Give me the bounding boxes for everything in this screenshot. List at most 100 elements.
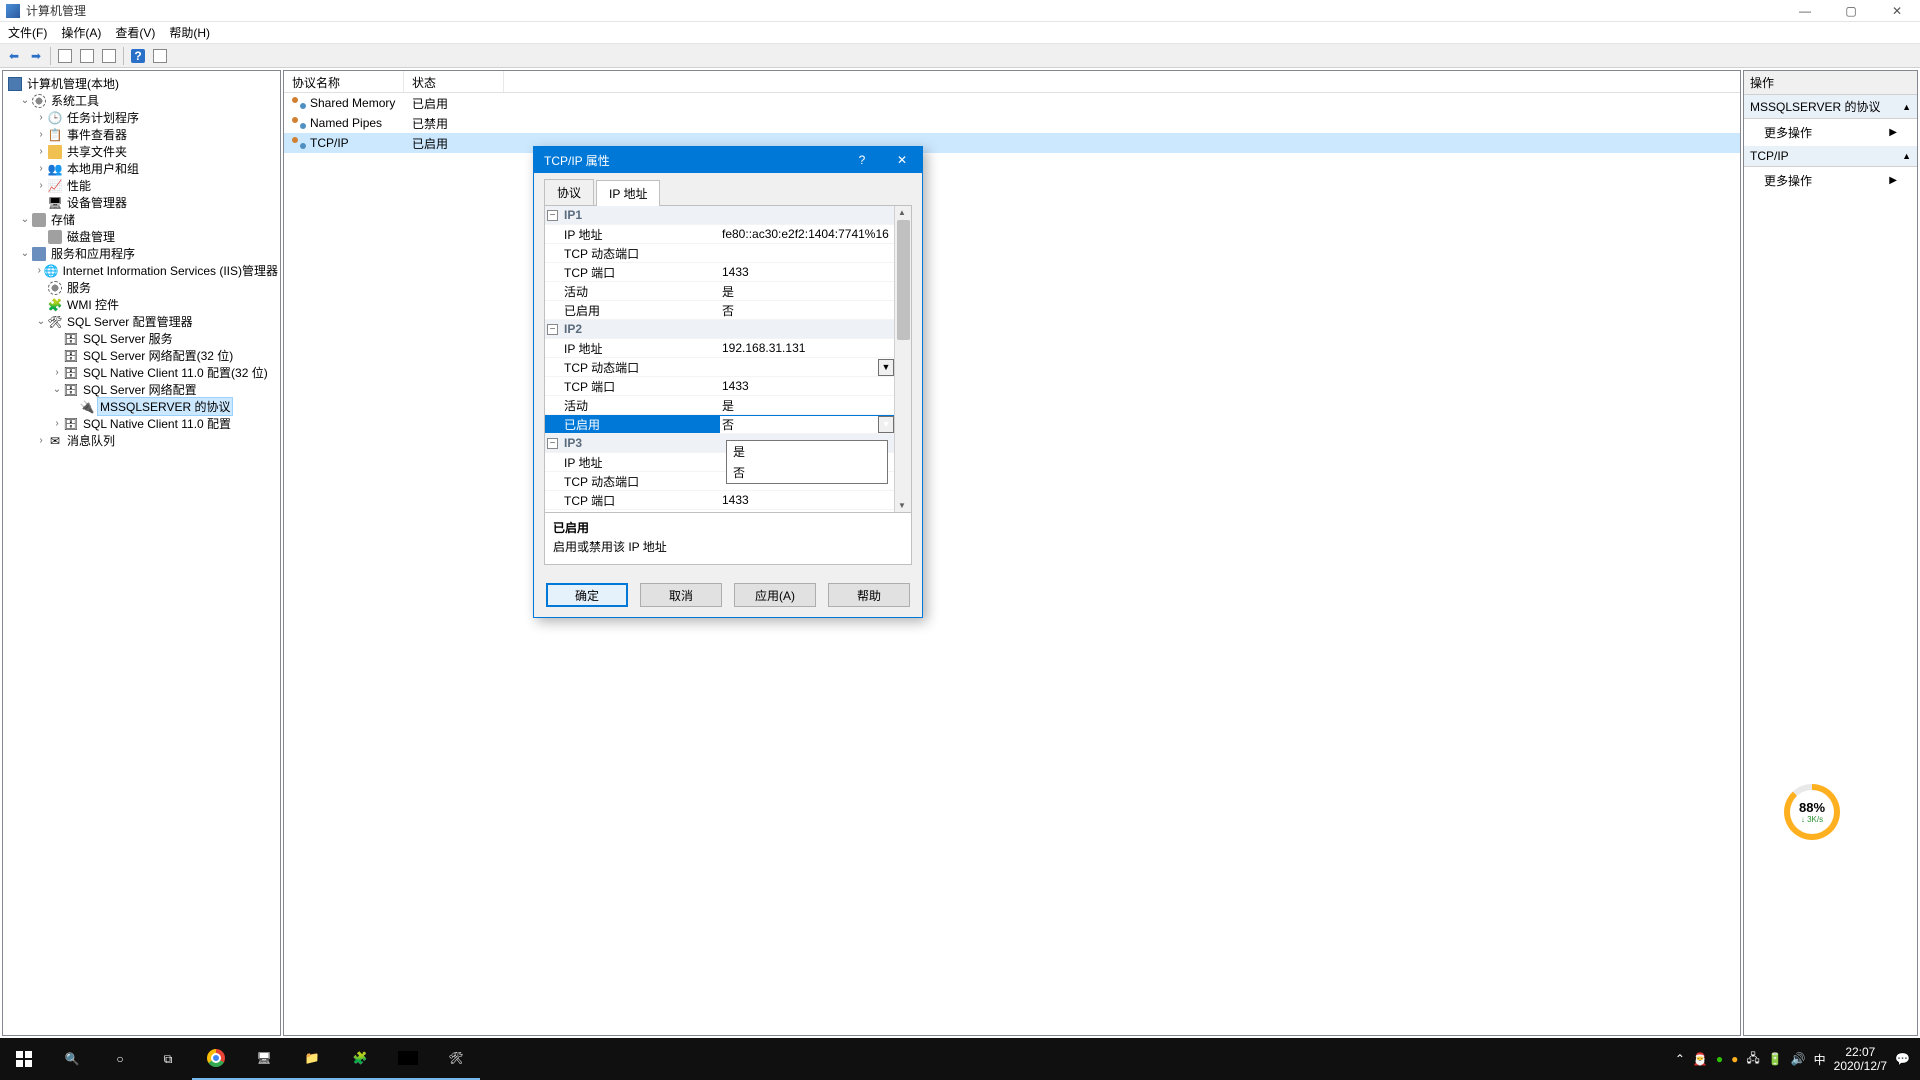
- list-row[interactable]: Shared Memory 已启用: [284, 93, 1740, 113]
- tab-ip-address[interactable]: IP 地址: [596, 180, 660, 206]
- taskbar-terminal[interactable]: [384, 1038, 432, 1080]
- tree-storage[interactable]: ⌄存储: [3, 211, 280, 228]
- collapse-icon[interactable]: −: [547, 438, 558, 449]
- pg-row[interactable]: IP 地址192.168.31.131: [545, 339, 911, 358]
- tree-shared-folders[interactable]: ›共享文件夹: [3, 143, 280, 160]
- tree-performance[interactable]: ›📈性能: [3, 177, 280, 194]
- tray-icon[interactable]: 🎅: [1693, 1052, 1708, 1066]
- scrollbar-thumb[interactable]: [897, 220, 910, 340]
- tree-task-scheduler[interactable]: ›🕒任务计划程序: [3, 109, 280, 126]
- tree-root[interactable]: 计算机管理(本地): [3, 75, 280, 92]
- enabled-dropdown: 是 否: [726, 440, 888, 484]
- menu-view[interactable]: 查看(V): [115, 24, 155, 41]
- dialog-close-button[interactable]: ✕: [882, 147, 922, 173]
- tab-protocol[interactable]: 协议: [544, 179, 594, 205]
- tray-ime[interactable]: 中: [1814, 1051, 1826, 1068]
- maximize-button[interactable]: ▢: [1828, 0, 1874, 22]
- dropdown-option-yes[interactable]: 是: [727, 441, 887, 462]
- tray-volume-icon[interactable]: 🔊: [1791, 1052, 1806, 1066]
- tray-battery-icon[interactable]: 🔋: [1768, 1052, 1783, 1066]
- menu-action[interactable]: 操作(A): [61, 24, 101, 41]
- collapse-icon[interactable]: −: [547, 210, 558, 221]
- toolbar-btn-4[interactable]: [150, 46, 170, 66]
- pg-row[interactable]: IP 地址fe80::ac30:e2f2:1404:7741%16: [545, 225, 911, 244]
- dropdown-option-no[interactable]: 否: [727, 462, 887, 483]
- toolbar-btn-3[interactable]: [99, 46, 119, 66]
- tray-icon[interactable]: ●: [1731, 1052, 1738, 1066]
- forward-button[interactable]: ➡: [26, 46, 46, 66]
- taskbar-chrome[interactable]: [192, 1038, 240, 1080]
- tree-wmi[interactable]: 🧩WMI 控件: [3, 296, 280, 313]
- speed-gauge[interactable]: 88% ↓ 3K/s: [1784, 784, 1840, 840]
- list-row[interactable]: Named Pipes 已禁用: [284, 113, 1740, 133]
- start-button[interactable]: [0, 1038, 48, 1080]
- pg-row-enabled-selected[interactable]: 已启用否▼: [545, 415, 911, 434]
- toolbar-btn-2[interactable]: [77, 46, 97, 66]
- taskbar-vmware[interactable]: 🖥: [240, 1038, 288, 1080]
- tree-sql-services[interactable]: 🗄SQL Server 服务: [3, 330, 280, 347]
- tree-msmq[interactable]: ›✉消息队列: [3, 432, 280, 449]
- back-button[interactable]: ⬅: [4, 46, 24, 66]
- help-button[interactable]: ?: [128, 46, 148, 66]
- tree-sql-cfg[interactable]: ⌄🛠SQL Server 配置管理器: [3, 313, 280, 330]
- actions-section-1[interactable]: MSSQLSERVER 的协议▲: [1744, 95, 1917, 119]
- menu-bar: 文件(F) 操作(A) 查看(V) 帮助(H): [0, 22, 1920, 44]
- close-button[interactable]: ✕: [1874, 0, 1920, 22]
- tray-network-icon[interactable]: 🖧: [1746, 1049, 1759, 1070]
- cancel-button[interactable]: 取消: [640, 583, 722, 607]
- tree-sql-net32[interactable]: 🗄SQL Server 网络配置(32 位): [3, 347, 280, 364]
- minimize-button[interactable]: —: [1782, 0, 1828, 22]
- pg-group-ip2[interactable]: −IP2: [545, 320, 911, 339]
- pg-row[interactable]: TCP 端口1433: [545, 263, 911, 282]
- dropdown-arrow-icon[interactable]: ▼: [878, 359, 894, 376]
- tree-local-users[interactable]: ›👥本地用户和组: [3, 160, 280, 177]
- tcpip-properties-dialog: TCP/IP 属性 ? ✕ 协议 IP 地址 −IP1 IP 地址fe80::a…: [533, 146, 923, 618]
- pg-row[interactable]: TCP 端口1433: [545, 377, 911, 396]
- taskview-button[interactable]: ⧉: [144, 1038, 192, 1080]
- pg-row[interactable]: TCP 端口1433: [545, 491, 911, 510]
- tree-device-manager[interactable]: 🖥设备管理器: [3, 194, 280, 211]
- apply-button[interactable]: 应用(A): [734, 583, 816, 607]
- collapse-icon[interactable]: −: [547, 324, 558, 335]
- toolbar-btn-1[interactable]: [55, 46, 75, 66]
- cortana-button[interactable]: ○: [96, 1038, 144, 1080]
- scrollbar[interactable]: ▲ ▼: [894, 206, 911, 512]
- dialog-titlebar[interactable]: TCP/IP 属性 ? ✕: [534, 147, 922, 173]
- pg-row[interactable]: TCP 动态端口▼: [545, 358, 911, 377]
- tray-clock[interactable]: 22:07 2020/12/7: [1834, 1045, 1887, 1073]
- tree-services-apps[interactable]: ⌄服务和应用程序: [3, 245, 280, 262]
- taskbar-explorer[interactable]: 📁: [288, 1038, 336, 1080]
- search-button[interactable]: 🔍: [48, 1038, 96, 1080]
- tree-disk-mgmt[interactable]: 磁盘管理: [3, 228, 280, 245]
- dropdown-arrow-icon[interactable]: ▼: [878, 416, 894, 433]
- menu-help[interactable]: 帮助(H): [169, 24, 210, 41]
- tree-iis[interactable]: ›🌐Internet Information Services (IIS)管理器: [3, 262, 280, 279]
- tree-sql-net[interactable]: ⌄🗄SQL Server 网络配置: [3, 381, 280, 398]
- ok-button[interactable]: 确定: [546, 583, 628, 607]
- actions-more-2[interactable]: 更多操作▶: [1744, 167, 1917, 194]
- tree-sql-native32[interactable]: ›🗄SQL Native Client 11.0 配置(32 位): [3, 364, 280, 381]
- taskbar-mmc[interactable]: 🛠: [432, 1038, 480, 1080]
- tree-sql-native[interactable]: ›🗄SQL Native Client 11.0 配置: [3, 415, 280, 432]
- pg-row[interactable]: 活动是: [545, 396, 911, 415]
- tray-chevron-icon[interactable]: ⌃: [1675, 1052, 1685, 1066]
- tree-services[interactable]: 服务: [3, 279, 280, 296]
- pg-group-ip1[interactable]: −IP1: [545, 206, 911, 225]
- pg-row[interactable]: TCP 动态端口: [545, 244, 911, 263]
- pg-row[interactable]: 活动是: [545, 282, 911, 301]
- tray-wechat-icon[interactable]: ●: [1716, 1052, 1723, 1066]
- pg-row[interactable]: 已启用否: [545, 301, 911, 320]
- col-state[interactable]: 状态: [404, 71, 504, 92]
- actions-section-2[interactable]: TCP/IP▲: [1744, 146, 1917, 167]
- taskbar-app1[interactable]: 🧩: [336, 1038, 384, 1080]
- menu-file[interactable]: 文件(F): [8, 24, 47, 41]
- tray-notifications-icon[interactable]: 💬: [1895, 1052, 1910, 1066]
- col-protocol-name[interactable]: 协议名称: [284, 71, 404, 92]
- actions-more-1[interactable]: 更多操作▶: [1744, 119, 1917, 146]
- dialog-help-button[interactable]: ?: [842, 147, 882, 173]
- help-button[interactable]: 帮助: [828, 583, 910, 607]
- list-row[interactable]: TCP/IP 已启用: [284, 133, 1740, 153]
- tree-mssql-protocol[interactable]: 🔌MSSQLSERVER 的协议: [3, 398, 280, 415]
- tree-system-tools[interactable]: ⌄系统工具: [3, 92, 280, 109]
- tree-event-viewer[interactable]: ›📋事件查看器: [3, 126, 280, 143]
